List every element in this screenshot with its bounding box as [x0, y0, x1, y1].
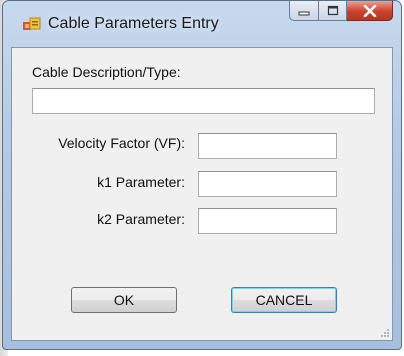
close-button[interactable] [347, 1, 393, 21]
k2-parameter-input[interactable] [198, 208, 337, 234]
cable-description-label: Cable Description/Type: [32, 64, 181, 80]
k1-parameter-input[interactable] [198, 171, 337, 197]
k1-parameter-label: k1 Parameter: [97, 174, 185, 190]
caption-buttons [289, 1, 393, 23]
ok-button[interactable]: OK [71, 287, 177, 313]
minimize-icon [298, 11, 310, 15]
resize-grip-icon[interactable] [380, 328, 390, 338]
maximize-button[interactable] [319, 1, 347, 21]
dialog-window: Cable Parameters Entry Cable Description… [2, 0, 402, 350]
k2-parameter-label: k2 Parameter: [97, 211, 185, 227]
minimize-button[interactable] [289, 1, 319, 21]
cable-description-input[interactable] [32, 88, 375, 114]
maximize-icon [327, 5, 338, 16]
window-title: Cable Parameters Entry [48, 15, 219, 32]
app-icon [23, 17, 41, 30]
velocity-factor-label: Velocity Factor (VF): [58, 135, 185, 151]
title-bar[interactable]: Cable Parameters Entry [3, 1, 401, 47]
close-icon [363, 4, 376, 17]
cancel-button[interactable]: CANCEL [231, 287, 337, 313]
velocity-factor-input[interactable] [198, 133, 337, 159]
form-body: Cable Description/Type: Velocity Factor … [11, 47, 393, 341]
